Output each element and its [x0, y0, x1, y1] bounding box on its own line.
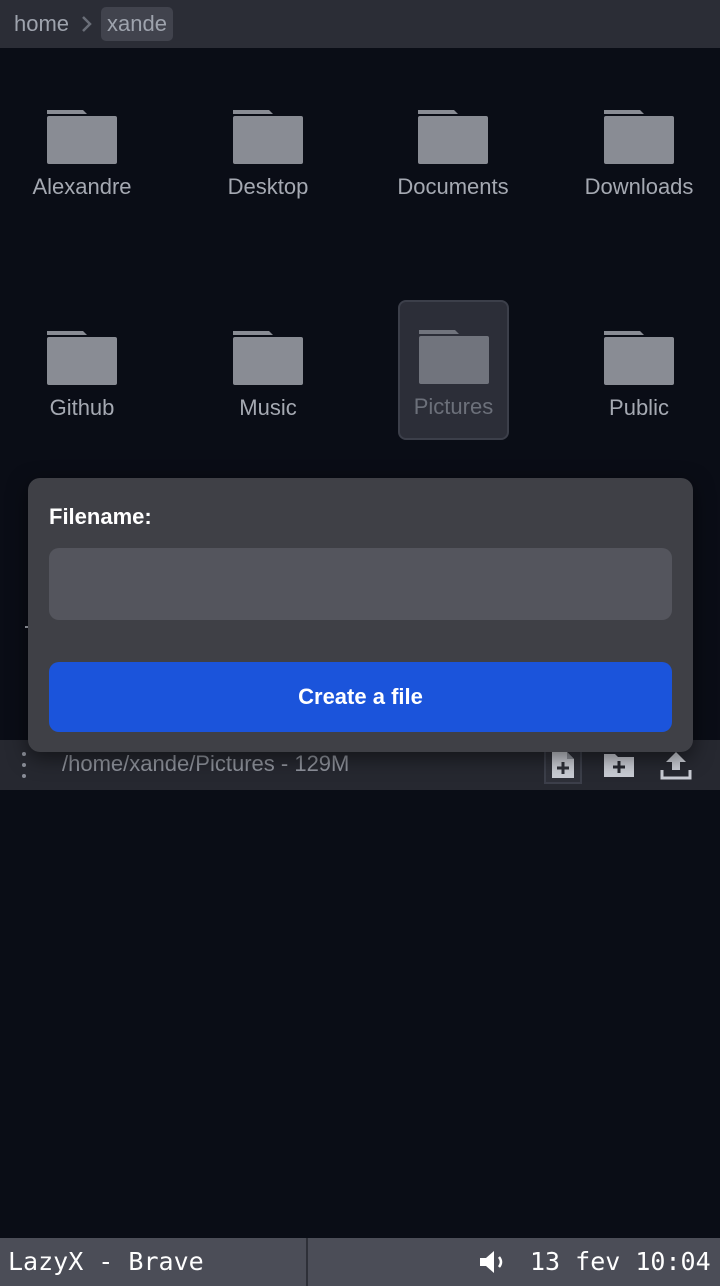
- folder-icon: [233, 331, 303, 385]
- new-folder-icon: [604, 754, 634, 777]
- window-title: LazyX - Brave: [8, 1247, 204, 1276]
- filename-input[interactable]: [49, 548, 672, 620]
- upload-icon: [660, 752, 692, 780]
- folder-label: Music: [239, 395, 297, 420]
- folder-icon: [604, 110, 674, 164]
- folder-item[interactable]: Alexandre: [17, 80, 147, 220]
- folder-item[interactable]: Public: [574, 301, 704, 441]
- taskbar: LazyX - Brave 13 fev 10:04: [0, 1238, 720, 1286]
- folder-item[interactable]: Github: [17, 301, 147, 441]
- kebab-menu-icon[interactable]: [14, 752, 34, 778]
- create-file-button[interactable]: Create a file: [49, 662, 672, 732]
- folder-item[interactable]: Downloads: [574, 80, 704, 220]
- new-file-icon: [552, 752, 574, 778]
- breadcrumb-item-home[interactable]: home: [8, 7, 75, 41]
- folder-item-selected[interactable]: Pictures: [398, 300, 509, 440]
- folder-label: Public: [609, 395, 669, 420]
- folder-label: Downloads: [584, 174, 694, 199]
- folder-icon: [604, 331, 674, 385]
- folder-icon: [233, 110, 303, 164]
- folder-label: Github: [49, 395, 115, 420]
- folder-label: Pictures: [413, 394, 494, 419]
- folder-icon: [47, 331, 117, 385]
- folder-icon: [418, 330, 489, 384]
- folder-label: Desktop: [227, 174, 309, 199]
- chevron-right-icon: [81, 15, 93, 33]
- folder-label: Documents: [397, 174, 509, 199]
- folder-icon: [418, 110, 488, 164]
- folder-item[interactable]: Documents: [388, 80, 518, 220]
- folder-item[interactable]: Desktop: [203, 80, 333, 220]
- folder-icon: [47, 110, 117, 164]
- folder-label: Alexandre: [32, 174, 132, 199]
- create-file-dialog: Filename: Create a file: [28, 478, 693, 752]
- folder-item[interactable]: Music: [203, 301, 333, 441]
- taskbar-divider: [306, 1238, 308, 1286]
- breadcrumb-item-xande[interactable]: xande: [101, 7, 173, 41]
- filename-label: Filename:: [49, 504, 152, 529]
- clock: 13 fev 10:04: [530, 1247, 711, 1276]
- volume-icon[interactable]: [478, 1249, 510, 1275]
- current-path: /home/xande/Pictures - 129M: [62, 751, 350, 776]
- breadcrumb: home xande: [0, 0, 720, 48]
